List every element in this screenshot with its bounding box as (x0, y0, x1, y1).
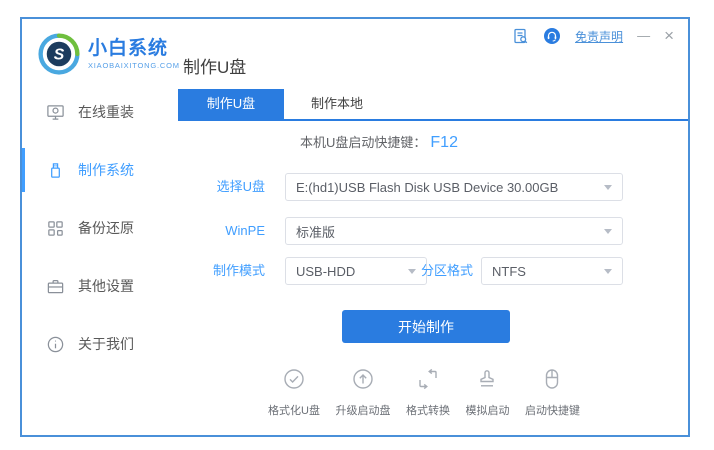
titlebar-controls: 免责声明 — × (511, 26, 674, 46)
app-logo: S 小白系统 XIAOBAIXITONG.COM (38, 33, 180, 75)
brand-domain: XIAOBAIXITONG.COM (88, 60, 180, 70)
tabbar: 制作U盘 制作本地 (178, 89, 688, 121)
start-make-button[interactable]: 开始制作 (342, 310, 510, 343)
boot-hotkey-label: 本机U盘启动快捷键： (300, 135, 427, 150)
tool-label: 启动快捷键 (524, 405, 580, 417)
chevron-down-icon (604, 268, 612, 274)
tool-format-convert[interactable]: 格式转换 (406, 367, 450, 418)
tool-label: 模拟启动 (465, 405, 510, 417)
usb-select-label: 选择U盘 (216, 179, 265, 194)
sidebar-item-make-system[interactable]: 制作系统 (22, 146, 178, 194)
sidebar-item-label: 制作系统 (78, 162, 134, 178)
format-convert-icon (416, 367, 440, 396)
tool-simulate-boot[interactable]: 模拟启动 (465, 367, 509, 418)
partition-select[interactable]: NTFS (481, 257, 623, 285)
sidebar-item-label: 备份还原 (78, 220, 134, 236)
tool-upgrade-boot-disk[interactable]: 升级启动盘 (335, 367, 390, 418)
tool-boot-hotkey[interactable]: 启动快捷键 (525, 367, 580, 418)
brand-name: 小白系统 (88, 37, 169, 59)
minimize-button[interactable]: — (637, 26, 650, 46)
customer-service-icon[interactable] (543, 27, 561, 45)
partition-select-label: 分区格式 (420, 263, 473, 278)
sidebar-item-label: 在线重装 (78, 104, 134, 120)
brand-text: 小白系统 XIAOBAIXITONG.COM (88, 39, 180, 70)
sidebar-item-label: 其他设置 (78, 278, 134, 294)
sidebar-item-backup-restore[interactable]: 备份还原 (22, 204, 178, 252)
bottom-toolbar: 格式化U盘 升级启动盘 格式转换 模拟启动 启动快捷键 (268, 367, 580, 418)
usb-select-value: E:(hd1)USB Flash Disk USB Device 30.00GB (296, 179, 559, 195)
partition-select-value: NTFS (492, 263, 526, 279)
app-window: S 小白系统 XIAOBAIXITONG.COM 制作U盘 免责声明 — × 在… (20, 17, 690, 437)
document-search-icon[interactable] (511, 27, 529, 45)
sidebar-item-label: 关于我们 (78, 336, 134, 352)
sidebar-item-other-settings[interactable]: 其他设置 (22, 262, 178, 310)
usb-drive-icon (46, 161, 65, 180)
boot-hotkey-line: 本机U盘启动快捷键： F12 (300, 132, 458, 152)
tool-format-usb[interactable]: 格式化U盘 (268, 367, 320, 418)
winpe-select[interactable]: 标准版 (285, 217, 623, 245)
chevron-down-icon (604, 228, 612, 234)
tab-make-usb[interactable]: 制作U盘 (178, 89, 284, 119)
tab-make-local[interactable]: 制作本地 (284, 89, 390, 119)
briefcase-icon (46, 277, 65, 296)
sidebar: 在线重装 制作系统 备份还原 其他设置 关于我们 (22, 88, 178, 378)
chevron-down-icon (604, 184, 612, 190)
boot-hotkey-value: F12 (430, 134, 458, 151)
info-circle-icon (46, 335, 65, 354)
xiaobai-logo-icon: S (38, 33, 80, 75)
mode-select-value: USB-HDD (296, 263, 356, 279)
winpe-select-label: WinPE (225, 223, 265, 238)
arrow-up-circle-icon (351, 367, 375, 396)
sidebar-item-online-reinstall[interactable]: 在线重装 (22, 88, 178, 136)
mode-select-label: 制作模式 (212, 263, 265, 278)
sidebar-item-about-us[interactable]: 关于我们 (22, 320, 178, 368)
backup-grid-icon (46, 219, 65, 238)
page-title: 制作U盘 (183, 58, 247, 77)
stamp-icon (475, 367, 499, 396)
tool-label: 升级启动盘 (335, 405, 391, 417)
check-circle-icon (282, 367, 306, 396)
mouse-icon (540, 367, 564, 396)
close-button[interactable]: × (664, 26, 674, 46)
usb-select[interactable]: E:(hd1)USB Flash Disk USB Device 30.00GB (285, 173, 623, 201)
disclaimer-link[interactable]: 免责声明 (575, 28, 623, 45)
monitor-reinstall-icon (46, 103, 65, 122)
tool-label: 格式化U盘 (268, 405, 320, 417)
tool-label: 格式转换 (405, 405, 450, 417)
svg-text:S: S (54, 46, 65, 63)
winpe-select-value: 标准版 (296, 224, 336, 240)
screenshot-stage: S 小白系统 XIAOBAIXITONG.COM 制作U盘 免责声明 — × 在… (0, 0, 714, 450)
